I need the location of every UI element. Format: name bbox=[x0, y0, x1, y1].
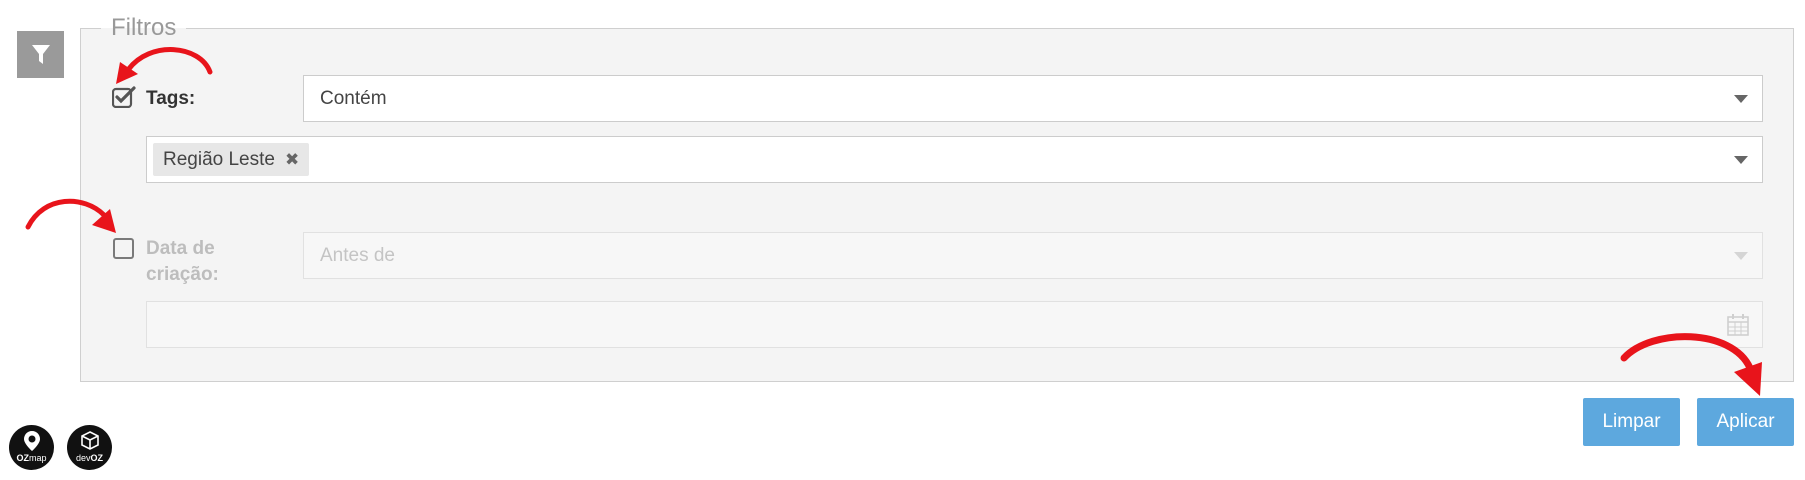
ozmap-logo-text: OZmap bbox=[16, 453, 47, 463]
creation-date-label-line1: Data de bbox=[146, 238, 215, 259]
creation-date-input[interactable] bbox=[146, 301, 1763, 348]
tags-operator-value: Contém bbox=[320, 87, 387, 109]
cube-icon bbox=[80, 431, 99, 450]
creation-date-label: Data de criação: bbox=[146, 236, 219, 288]
tags-value-select[interactable]: Região Leste ✖ bbox=[146, 136, 1763, 183]
chevron-down-icon bbox=[1734, 94, 1748, 103]
devoz-logo: devOZ bbox=[67, 425, 112, 470]
funnel-icon bbox=[31, 44, 50, 64]
creation-date-label-line2: criação: bbox=[146, 264, 219, 285]
close-icon[interactable]: ✖ bbox=[285, 150, 299, 170]
annotation-arrow-creation-date bbox=[25, 198, 116, 233]
tag-chip: Região Leste ✖ bbox=[153, 143, 310, 176]
creation-date-operator-value: Antes de bbox=[320, 244, 395, 266]
filters-legend: Filtros bbox=[111, 14, 177, 41]
tags-operator-select[interactable]: Contém bbox=[303, 75, 1763, 122]
ozmap-logo: OZmap bbox=[9, 425, 54, 470]
creation-date-operator-select[interactable]: Antes de bbox=[303, 232, 1763, 279]
tag-chip-label: Região Leste bbox=[163, 148, 275, 170]
annotation-arrow-apply bbox=[1620, 333, 1762, 396]
chevron-down-icon bbox=[1734, 251, 1748, 260]
chevron-down-icon bbox=[1734, 155, 1748, 164]
filter-toggle-button[interactable] bbox=[17, 31, 64, 78]
annotation-arrow-tags bbox=[116, 47, 213, 84]
devoz-logo-text: devOZ bbox=[75, 453, 103, 463]
map-pin-icon bbox=[23, 431, 40, 451]
